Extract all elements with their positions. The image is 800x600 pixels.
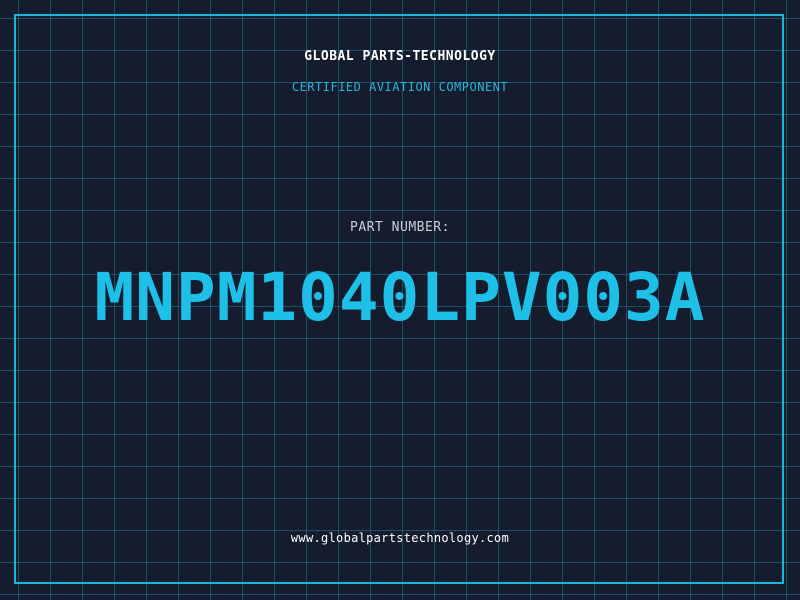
label-card: GLOBAL PARTS-TECHNOLOGY CERTIFIED AVIATI… <box>0 0 800 600</box>
part-number-value: MNPM1040LPV003A <box>94 259 706 336</box>
company-name: GLOBAL PARTS-TECHNOLOGY <box>304 49 496 64</box>
website-url: www.globalpartstechnology.com <box>290 531 510 545</box>
part-number-label: PART NUMBER: <box>350 220 450 235</box>
certification-tagline: CERTIFIED AVIATION COMPONENT <box>291 80 509 94</box>
